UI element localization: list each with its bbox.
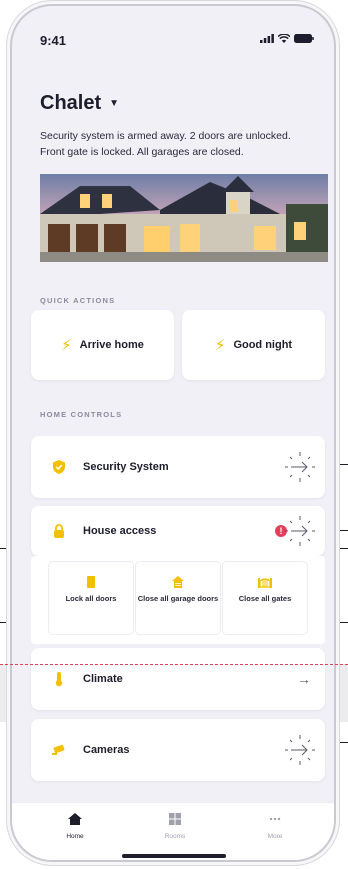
tab-home[interactable]: Home [45,813,105,840]
garage-icon [172,576,184,588]
tab-label: More [267,833,283,840]
home-status-summary: Security system is armed away. 2 doors a… [40,130,291,158]
control-house-access[interactable]: House access ! [31,506,325,556]
shield-icon [53,460,65,474]
chevron-right-icon[interactable] [281,512,319,550]
house-photo [40,174,328,262]
control-label: Security System [83,461,169,473]
good-night-button[interactable]: ⚡ Good night [182,310,325,380]
signal-icon [260,34,274,43]
status-bar: 9:41 [12,6,334,52]
tab-bar: Home Rooms More [12,802,334,860]
lock-all-doors-button[interactable]: Lock all doors [49,562,133,634]
gate-icon [258,578,272,588]
annotation-line [338,530,348,531]
tab-rooms[interactable]: Rooms [145,813,205,840]
chevron-right-icon[interactable] [281,731,319,769]
tab-label: Rooms [164,833,186,840]
quick-action-label: Arrive home [79,339,144,351]
control-label: House access [83,525,157,537]
bolt-icon: ⚡ [214,337,226,354]
quick-actions-heading: QUICK ACTIONS [40,296,116,305]
close-all-garage-doors-button[interactable]: Close all garage doors [136,562,220,634]
close-all-gates-button[interactable]: Close all gates [223,562,307,634]
arrive-home-button[interactable]: ⚡ Arrive home [31,310,174,380]
door-icon [87,576,95,588]
control-climate[interactable]: Climate → [31,648,325,710]
control-security-system[interactable]: Security System [31,436,325,498]
tab-label: Home [66,833,84,840]
annotation-line [338,464,348,465]
control-label: Climate [83,673,123,685]
chevron-right-icon[interactable] [281,448,319,486]
action-label: Close all garage doors [137,594,219,603]
action-label: Close all gates [238,594,292,603]
tab-more[interactable]: More [245,813,305,840]
side-button [6,150,9,196]
wifi-icon [278,34,290,43]
quick-action-label: Good night [233,339,293,351]
camera-icon [52,744,65,755]
annotation-line [338,742,348,743]
control-label: Cameras [83,744,130,756]
home-icon [68,813,82,825]
bolt-icon: ⚡ [61,337,72,354]
home-indicator [122,854,226,858]
page-title: Chalet [40,92,102,114]
control-cameras[interactable]: Cameras [31,719,325,781]
action-label: Lock all doors [65,594,117,603]
device-screen: 9:41 Chalet ▼ Security system is armed a… [10,4,336,862]
home-selector[interactable]: Chalet ▼ [40,92,119,115]
status-icons [260,34,314,43]
annotation-dashed-line [0,664,348,665]
more-icon [269,817,281,821]
side-button [6,94,9,120]
battery-icon [294,34,314,43]
rooms-icon [169,813,181,825]
thermometer-icon [55,672,63,687]
arrow-right-icon[interactable]: → [297,671,311,687]
status-time: 9:41 [40,33,67,48]
home-controls-heading: HOME CONTROLS [40,410,123,419]
lock-icon [54,524,64,538]
house-access-actions: Lock all doors Close all garage doors Cl… [31,556,325,644]
side-button [6,210,9,256]
caret-down-icon: ▼ [109,98,120,109]
